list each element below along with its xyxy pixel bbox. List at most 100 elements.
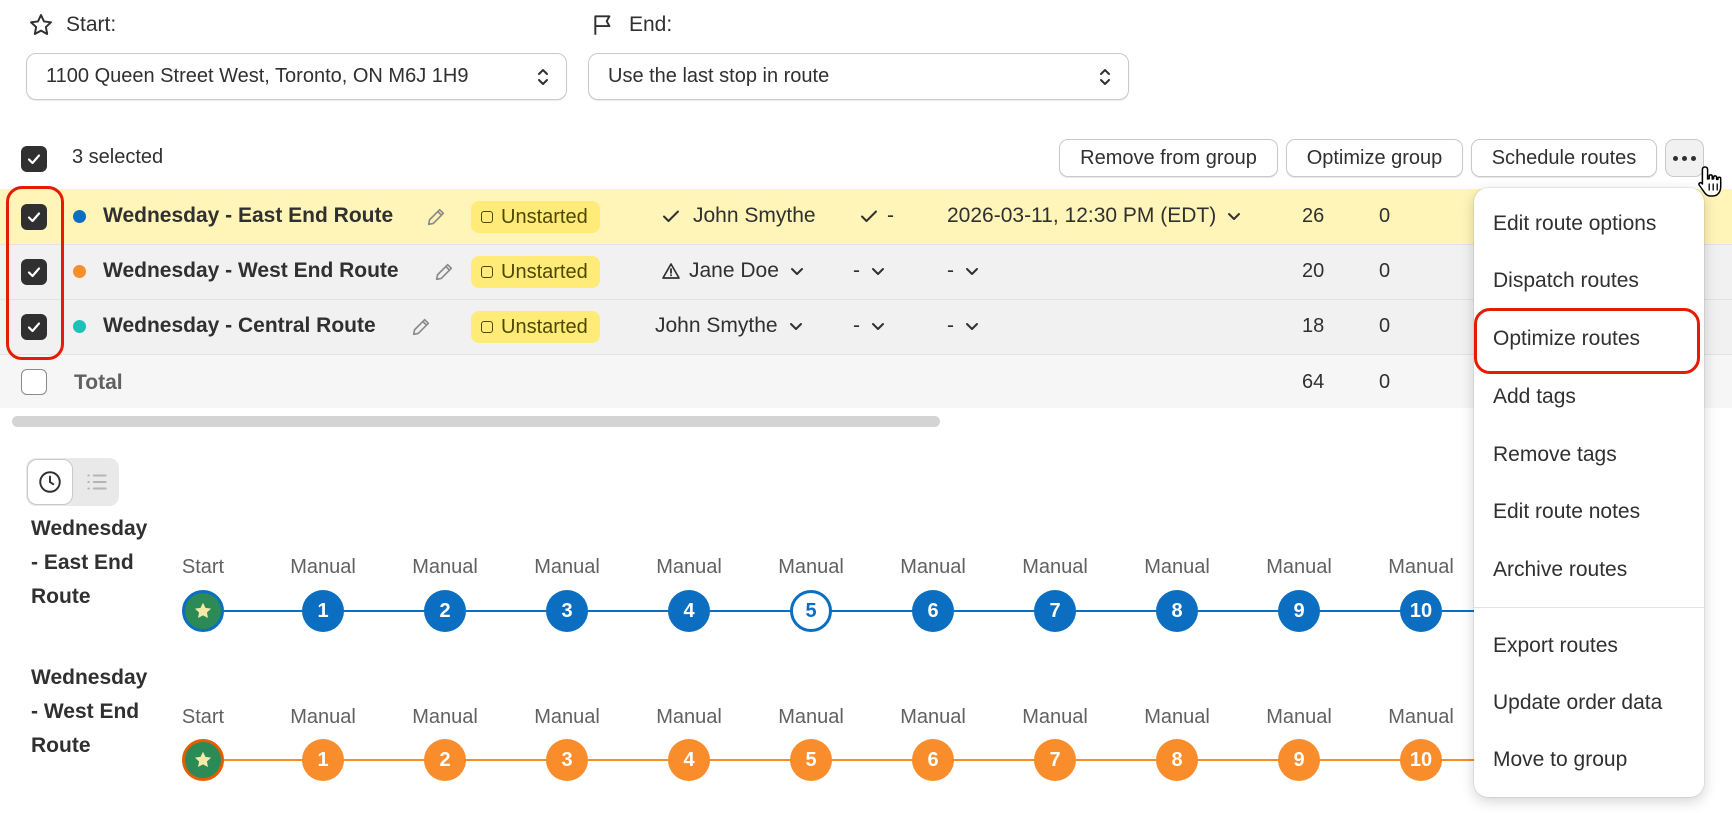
optimize-routes-highlight [1474, 308, 1700, 374]
driver-select[interactable]: John Smythe [661, 204, 816, 228]
timeline-stop-caption: Manual [778, 706, 844, 728]
menu-item-edit-route-notes[interactable]: Edit route notes [1493, 500, 1640, 524]
stop-count: 20 [1302, 260, 1325, 282]
timeline-stop-caption: Manual [534, 556, 600, 578]
route-name[interactable]: Wednesday - Central Route [103, 314, 376, 338]
chevron-down-icon [966, 268, 978, 275]
timeline-stop-marker[interactable]: 9 [1278, 739, 1320, 781]
timeline-stop-caption: Manual [1144, 706, 1210, 728]
remove-from-group-button[interactable]: Remove from group [1059, 139, 1278, 177]
timeline-stop-caption: Manual [534, 706, 600, 728]
vehicle-select[interactable]: - [859, 204, 894, 228]
timeline-stop-caption: Manual [1388, 556, 1454, 578]
timeline-stop-caption: Manual [1144, 556, 1210, 578]
timeline-stop-caption: Manual [778, 556, 844, 578]
chevron-down-icon [790, 268, 803, 275]
total-checkbox[interactable] [21, 369, 47, 395]
timeline-stop-marker[interactable]: 5 [790, 739, 832, 781]
start-time-select[interactable]: - [947, 259, 982, 283]
menu-item-dispatch-routes[interactable]: Dispatch routes [1493, 269, 1639, 293]
edit-pencil-icon[interactable] [410, 316, 432, 338]
menu-item-update-order-data[interactable]: Update order data [1493, 691, 1662, 715]
timeline-start-marker[interactable] [182, 739, 224, 781]
selected-count: 3 selected [72, 146, 164, 168]
edit-pencil-icon[interactable] [433, 261, 455, 283]
driver-select[interactable]: John Smythe [655, 314, 806, 338]
schedule-routes-button[interactable]: Schedule routes [1471, 139, 1657, 177]
route-name[interactable]: Wednesday - East End Route [103, 204, 393, 228]
total-stop-count: 64 [1302, 371, 1325, 393]
star-icon [194, 751, 212, 768]
total-row [0, 354, 1732, 408]
start-time-select[interactable]: - [947, 314, 982, 338]
timeline-stop-marker[interactable]: 6 [912, 739, 954, 781]
timeline-stop-marker[interactable]: 8 [1156, 590, 1198, 632]
select-all-checkbox[interactable] [21, 146, 47, 172]
route-color-dot [73, 210, 86, 223]
optimize-group-button[interactable]: Optimize group [1286, 139, 1463, 177]
timeline-stop-caption: Manual [900, 556, 966, 578]
stop-count: 26 [1302, 205, 1325, 227]
timeline-start-marker[interactable] [182, 590, 224, 632]
menu-item-add-tags[interactable]: Add tags [1493, 385, 1576, 409]
chevron-down-icon [966, 323, 978, 330]
timeline-stop-caption: Manual [290, 556, 356, 578]
timeline-stop-marker[interactable]: 10 [1400, 739, 1442, 781]
menu-item-export-routes[interactable]: Export routes [1493, 634, 1618, 658]
timeline-stop-marker[interactable]: 10 [1400, 590, 1442, 632]
list-icon [86, 474, 107, 490]
horizontal-scrollbar[interactable] [12, 416, 940, 427]
timeline-stop-caption: Manual [1388, 706, 1454, 728]
more-actions-menu: Edit route options Dispatch routes Optim… [1474, 188, 1704, 797]
start-location-select[interactable]: 1100 Queen Street West, Toronto, ON M6J … [26, 53, 567, 100]
start-time-select[interactable]: 2026-03-11, 12:30 PM (EDT) [947, 204, 1244, 228]
menu-item-edit-route-options[interactable]: Edit route options [1493, 212, 1656, 236]
timeline-stop-marker[interactable]: 4 [668, 739, 710, 781]
timeline-stop-marker[interactable]: 7 [1034, 739, 1076, 781]
timeline-stop-marker[interactable]: 9 [1278, 590, 1320, 632]
view-toggle[interactable] [26, 458, 119, 506]
timeline-stop-marker[interactable]: 3 [546, 739, 588, 781]
menu-item-move-to-group[interactable]: Move to group [1493, 748, 1627, 772]
timeline-stop-marker[interactable]: 1 [302, 739, 344, 781]
timeline-stop-caption: Manual [656, 556, 722, 578]
menu-divider [1474, 607, 1704, 608]
timeline-stop-marker[interactable]: 4 [668, 590, 710, 632]
timeline-stop-marker[interactable]: 1 [302, 590, 344, 632]
menu-item-archive-routes[interactable]: Archive routes [1493, 558, 1627, 582]
timeline-stop-caption: Manual [412, 556, 478, 578]
timeline-stop-marker[interactable]: 3 [546, 590, 588, 632]
timeline-stop-marker[interactable]: 5 [790, 590, 832, 632]
status-badge: Unstarted [471, 311, 600, 343]
chevron-down-icon [872, 268, 884, 275]
end-location-select[interactable]: Use the last stop in route [588, 53, 1129, 100]
vehicle-select[interactable]: - [853, 259, 888, 283]
secondary-count: 0 [1379, 315, 1391, 337]
vehicle-select[interactable]: - [853, 314, 888, 338]
route-color-dot [73, 265, 86, 278]
timeline-stop-marker[interactable]: 2 [424, 590, 466, 632]
total-secondary-count: 0 [1379, 371, 1391, 393]
timeline-stop-caption: Manual [1266, 556, 1332, 578]
timeline-stop-caption: Manual [656, 706, 722, 728]
edit-pencil-icon[interactable] [425, 206, 447, 228]
timeline-stop-marker[interactable]: 7 [1034, 590, 1076, 632]
route-color-dot [73, 320, 86, 333]
check-icon [663, 210, 679, 222]
route-name[interactable]: Wednesday - West End Route [103, 259, 399, 283]
warning-icon [662, 263, 680, 279]
end-label: End: [591, 12, 672, 38]
driver-select[interactable]: Jane Doe [661, 259, 807, 283]
timeline-route-name: Wednesday - West End Route [31, 666, 148, 757]
timeline-stop-marker[interactable]: 6 [912, 590, 954, 632]
menu-item-remove-tags[interactable]: Remove tags [1493, 443, 1617, 467]
timeline-stop-marker[interactable]: 2 [424, 739, 466, 781]
list-view-button[interactable] [75, 459, 118, 505]
timeline-route-name: Wednesday - East End Route [31, 517, 148, 608]
timeline-stop-marker[interactable]: 8 [1156, 739, 1198, 781]
timeline-stop-caption: Manual [900, 706, 966, 728]
flag-icon [594, 15, 611, 35]
timeline-view-button[interactable] [27, 459, 73, 505]
start-label: Start: [28, 12, 116, 38]
status-badge: Unstarted [471, 256, 600, 288]
